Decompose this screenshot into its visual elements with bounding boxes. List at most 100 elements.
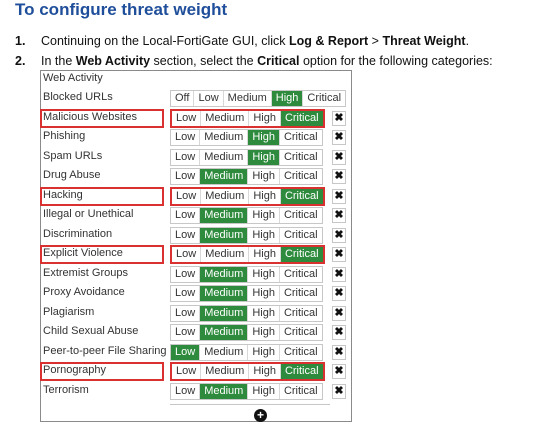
option-high[interactable]: High <box>247 208 279 223</box>
option-medium[interactable]: Medium <box>199 227 248 243</box>
option-high[interactable]: High <box>248 364 280 379</box>
threat-level-selector: Low Medium High Critical <box>170 382 323 400</box>
option-low[interactable]: Low <box>171 169 199 184</box>
category-label: Peer-to-peer File Sharing <box>43 344 167 357</box>
option-low[interactable]: Low <box>171 286 199 301</box>
remove-icon[interactable]: ✖ <box>332 149 346 165</box>
option-critical[interactable]: Critical <box>278 344 322 360</box>
option-critical[interactable]: Critical <box>278 305 322 321</box>
remove-icon[interactable]: ✖ <box>332 305 346 321</box>
remove-icon[interactable]: ✖ <box>332 247 346 262</box>
step-1: 1. Continuing on the Local-FortiGate GUI… <box>15 31 493 51</box>
remove-icon[interactable]: ✖ <box>332 130 346 145</box>
option-low[interactable]: Low <box>172 111 200 126</box>
option-low[interactable]: Low <box>172 364 200 379</box>
remove-icon[interactable]: ✖ <box>332 364 346 379</box>
option-high[interactable]: High <box>247 325 279 340</box>
remove-icon[interactable]: ✖ <box>332 208 346 223</box>
option-low[interactable]: Low <box>172 247 200 262</box>
option-low[interactable]: Low <box>171 130 199 145</box>
option-high[interactable]: High <box>248 110 280 126</box>
option-medium[interactable]: Medium <box>199 130 247 145</box>
option-medium[interactable]: Medium <box>222 91 271 106</box>
option-high[interactable]: High <box>247 305 279 321</box>
row-drug-abuse: Drug Abuse Low Medium High Critical ✖ <box>41 167 353 187</box>
option-low[interactable]: Low <box>171 267 199 282</box>
option-high[interactable]: High <box>247 130 279 145</box>
remove-icon[interactable]: ✖ <box>332 227 346 243</box>
option-high[interactable]: High <box>248 247 280 262</box>
option-low[interactable]: Low <box>193 91 222 106</box>
option-medium[interactable]: Medium <box>200 188 248 204</box>
option-low[interactable]: Low <box>172 189 200 204</box>
option-critical[interactable]: Critical <box>278 169 322 184</box>
threat-level-selector: Low Medium High Critical <box>170 245 325 264</box>
option-low[interactable]: Low <box>171 150 199 165</box>
option-critical[interactable]: Critical <box>278 325 322 340</box>
option-high[interactable]: High <box>248 188 280 204</box>
option-medium[interactable]: Medium <box>199 383 248 399</box>
option-high[interactable]: High <box>247 266 279 282</box>
row-spam-urls: Spam URLs Low Medium High Critical ✖ <box>41 148 353 168</box>
option-critical[interactable]: Critical <box>278 266 322 282</box>
option-medium[interactable]: Medium <box>200 247 248 262</box>
option-critical[interactable]: Critical <box>302 91 345 106</box>
remove-icon[interactable]: ✖ <box>332 266 346 282</box>
option-critical[interactable]: Critical <box>278 227 322 243</box>
remove-icon[interactable]: ✖ <box>332 110 346 126</box>
option-critical[interactable]: Critical <box>278 286 322 301</box>
step-bold: Web Activity <box>75 54 151 68</box>
row-peer-to-peer-file-sharing: Peer-to-peer File Sharing Low Medium High Cr… <box>41 343 353 363</box>
option-medium[interactable]: Medium <box>199 208 248 223</box>
category-label: Proxy Avoidance <box>43 286 125 298</box>
step-text: In the <box>41 54 76 68</box>
option-low[interactable]: Low <box>171 306 199 321</box>
option-high[interactable]: High <box>247 383 279 399</box>
option-low[interactable]: Low <box>171 228 199 243</box>
category-label: Terrorism <box>43 383 89 396</box>
option-critical[interactable]: Critical <box>279 110 323 126</box>
option-medium[interactable]: Medium <box>199 325 248 340</box>
option-high[interactable]: High <box>247 344 279 360</box>
page-heading: To configure threat weight <box>15 0 228 19</box>
add-icon[interactable]: + <box>254 409 267 422</box>
option-critical[interactable]: Critical <box>278 208 322 223</box>
option-medium[interactable]: Medium <box>199 266 248 282</box>
remove-icon[interactable]: ✖ <box>332 188 346 204</box>
option-high[interactable]: High <box>247 227 279 243</box>
option-medium[interactable]: Medium <box>199 344 247 360</box>
option-high[interactable]: High <box>247 169 279 184</box>
category-label: Pornography <box>43 364 106 376</box>
row-explicit-violence: Explicit Violence Low Medium High Critical ✖ <box>40 245 353 265</box>
option-critical[interactable]: Critical <box>279 188 323 204</box>
threat-level-selector: Low Medium High Critical <box>170 108 325 128</box>
option-low[interactable]: Low <box>171 325 199 340</box>
option-low[interactable]: Low <box>171 208 199 223</box>
option-high[interactable]: High <box>247 149 279 165</box>
option-high[interactable]: High <box>270 91 303 106</box>
remove-icon[interactable]: ✖ <box>332 325 346 340</box>
option-medium[interactable]: Medium <box>199 305 248 321</box>
row-extremist-groups: Extremist Groups Low Medium High Critical ✖ <box>41 265 353 285</box>
option-high[interactable]: High <box>247 286 279 301</box>
option-critical[interactable]: Critical <box>278 149 322 165</box>
option-medium[interactable]: Medium <box>200 110 248 126</box>
option-off[interactable]: Off <box>171 91 193 106</box>
threat-level-selector: Low Medium High Critical <box>170 362 325 381</box>
step-bold: Log & Report <box>289 34 369 48</box>
option-medium[interactable]: Medium <box>199 169 248 184</box>
remove-icon[interactable]: ✖ <box>332 286 346 301</box>
option-critical[interactable]: Critical <box>278 383 322 399</box>
option-medium[interactable]: Medium <box>200 364 248 379</box>
remove-icon[interactable]: ✖ <box>332 344 346 360</box>
option-low[interactable]: Low <box>171 344 200 360</box>
remove-icon[interactable]: ✖ <box>332 169 346 184</box>
option-critical[interactable]: Critical <box>279 364 323 379</box>
step-2: 2. In the Web Activity section, select t… <box>15 51 493 71</box>
option-medium[interactable]: Medium <box>199 149 247 165</box>
option-critical[interactable]: Critical <box>279 247 323 262</box>
option-critical[interactable]: Critical <box>278 130 322 145</box>
option-medium[interactable]: Medium <box>199 286 248 301</box>
remove-icon[interactable]: ✖ <box>332 383 346 399</box>
option-low[interactable]: Low <box>171 384 199 399</box>
